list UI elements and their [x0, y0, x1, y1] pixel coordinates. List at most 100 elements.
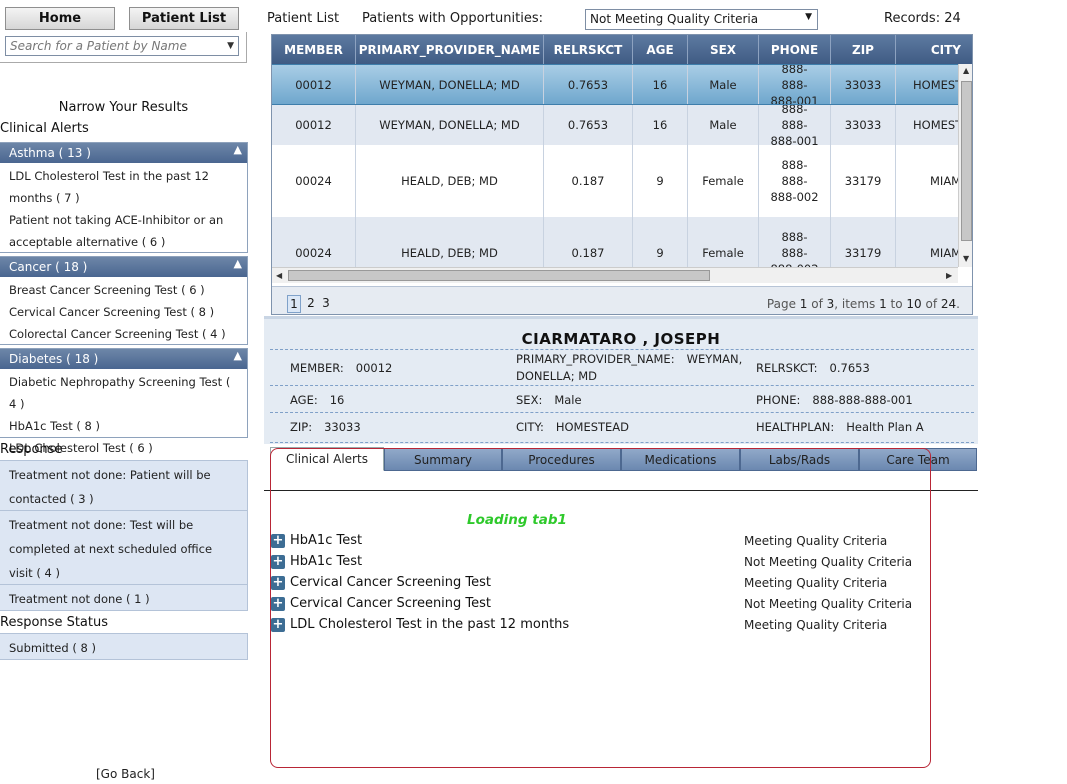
- alert-status: Meeting Quality Criteria: [744, 576, 888, 590]
- table-row[interactable]: 00012 WEYMAN, DONELLA; MD 0.7653 16 Male…: [272, 64, 958, 105]
- cell-zip: 33033: [831, 105, 896, 145]
- cell-sex: Female: [688, 217, 759, 267]
- cell-member: 00012: [272, 65, 356, 104]
- detail-member: MEMBER: 00012: [290, 361, 393, 375]
- filter-item[interactable]: Cervical Cancer Screening Test ( 8 ): [0, 301, 247, 323]
- quality-criteria-select[interactable]: Not Meeting Quality Criteria ▼: [585, 9, 818, 30]
- cell-phone: 888-888-888-002: [759, 217, 831, 267]
- page-link-2[interactable]: 2: [304, 295, 318, 313]
- search-placeholder: Search for a Patient by Name: [10, 39, 187, 53]
- alert-name: LDL Cholesterol Test in the past 12 mont…: [290, 617, 570, 632]
- patient-list-button[interactable]: Patient List: [129, 7, 239, 30]
- group-header-asthma[interactable]: Asthma ( 13 ) ▲: [0, 143, 247, 163]
- plus-icon[interactable]: +: [271, 576, 285, 590]
- filter-group-asthma: Asthma ( 13 ) ▲ LDL Cholesterol Test in …: [0, 142, 248, 253]
- chevron-down-icon[interactable]: ▼: [227, 39, 234, 53]
- response-status-item[interactable]: Submitted ( 8 ): [0, 633, 248, 660]
- response-item[interactable]: Treatment not done ( 1 ): [0, 584, 248, 611]
- chevron-down-icon[interactable]: ▼: [805, 12, 812, 22]
- quality-criteria-value: Not Meeting Quality Criteria: [590, 12, 759, 26]
- opportunities-label: Patients with Opportunities:: [362, 11, 543, 26]
- page-info: Page 1 of 3, items 1 to 10 of 24.: [766, 297, 960, 311]
- detail-city: CITY: HOMESTEAD: [516, 420, 630, 434]
- cell-provider: WEYMAN, DONELLA; MD: [356, 105, 544, 145]
- filter-sidebar: Home Patient List Search for a Patient b…: [0, 0, 248, 784]
- column-header-city[interactable]: CITY: [896, 35, 972, 64]
- alert-row: + Cervical Cancer Screening Test Meeting…: [271, 575, 931, 595]
- column-header-zip[interactable]: ZIP: [831, 35, 896, 64]
- patient-list-label: Patient List: [267, 11, 340, 26]
- records-count: Records: 24: [884, 11, 961, 26]
- chevron-up-icon[interactable]: ▲: [234, 349, 242, 362]
- alert-status: Meeting Quality Criteria: [744, 534, 888, 548]
- pager: 1 2 3 Page 1 of 3, items 1 to 10 of 24.: [272, 286, 972, 314]
- group-header-diabetes[interactable]: Diabetes ( 18 ) ▲: [0, 349, 247, 369]
- alert-name: Cervical Cancer Screening Test: [290, 596, 492, 611]
- cell-city: MIAMI: [930, 246, 958, 260]
- scroll-thumb[interactable]: [961, 81, 972, 241]
- cell-city: MIAMI: [930, 174, 958, 188]
- group-label: Asthma ( 13 ): [9, 146, 91, 160]
- response-item[interactable]: Treatment not done: Test will be complet…: [0, 510, 248, 585]
- alert-status: Not Meeting Quality Criteria: [744, 597, 913, 611]
- alert-name: Cervical Cancer Screening Test: [290, 575, 492, 590]
- plus-icon[interactable]: +: [271, 534, 285, 548]
- column-header-provider[interactable]: PRIMARY_PROVIDER_NAME: [356, 35, 544, 64]
- vertical-scrollbar[interactable]: ▲ ▼: [958, 64, 972, 267]
- cell-member: 00024: [272, 145, 356, 217]
- plus-icon[interactable]: +: [271, 597, 285, 611]
- filter-group-diabetes: Diabetes ( 18 ) ▲ Diabetic Nephropathy S…: [0, 348, 248, 455]
- table-row[interactable]: 00012 WEYMAN, DONELLA; MD 0.7653 16 Male…: [272, 105, 958, 145]
- patient-search-input[interactable]: Search for a Patient by Name ▼: [5, 36, 239, 56]
- cell-phone: 888-888-888-001: [759, 65, 831, 104]
- detail-row: AGE: 16 SEX: Male PHONE: 888-888-888-001: [270, 385, 974, 412]
- cell-zip: 33033: [831, 65, 896, 104]
- group-label: Diabetes ( 18 ): [9, 352, 99, 366]
- scroll-thumb[interactable]: [288, 270, 710, 281]
- table-row[interactable]: 00024 HEALD, DEB; MD 0.187 9 Female 888-…: [272, 217, 958, 267]
- scroll-down-icon[interactable]: ▼: [963, 254, 969, 263]
- filter-item[interactable]: Breast Cancer Screening Test ( 6 ): [0, 277, 247, 301]
- column-header-relrskct[interactable]: RELRSKCT: [544, 35, 633, 64]
- clinical-alerts-title: Clinical Alerts: [0, 121, 89, 136]
- filter-item[interactable]: Diabetic Nephropathy Screening Test ( 4 …: [0, 369, 247, 415]
- cell-city: HOMESTEAD: [913, 77, 958, 92]
- chevron-up-icon[interactable]: ▲: [234, 143, 242, 156]
- column-header-phone[interactable]: PHONE: [759, 35, 831, 64]
- detail-healthplan: HEALTHPLAN: Health Plan A: [756, 420, 924, 434]
- filter-item[interactable]: Colorectal Cancer Screening Test ( 4 ): [0, 323, 247, 345]
- scroll-right-icon[interactable]: ▶: [946, 271, 952, 280]
- filter-item[interactable]: HbA1c Test ( 8 ): [0, 415, 247, 437]
- detail-zip: ZIP: 33033: [290, 420, 361, 434]
- column-header-member[interactable]: MEMBER: [272, 35, 356, 64]
- go-back-link[interactable]: [Go Back]: [96, 767, 155, 781]
- group-header-cancer[interactable]: Cancer ( 18 ) ▲: [0, 257, 247, 277]
- alert-row: + HbA1c Test Not Meeting Quality Criteri…: [271, 554, 931, 574]
- cell-sex: Male: [688, 65, 759, 104]
- filter-item[interactable]: LDL Cholesterol Test in the past 12 mont…: [0, 163, 247, 209]
- detail-sex: SEX: Male: [516, 393, 582, 407]
- narrow-results-title: Narrow Your Results: [58, 100, 189, 115]
- cell-provider: HEALD, DEB; MD: [356, 145, 544, 217]
- horizontal-scrollbar[interactable]: ◀ ▶: [272, 267, 958, 283]
- plus-icon[interactable]: +: [271, 555, 285, 569]
- column-header-age[interactable]: AGE: [633, 35, 688, 64]
- cell-sex: Female: [688, 145, 759, 217]
- grid-body: 00012 WEYMAN, DONELLA; MD 0.7653 16 Male…: [272, 64, 958, 267]
- alert-row: + LDL Cholesterol Test in the past 12 mo…: [271, 617, 931, 637]
- response-item[interactable]: Treatment not done: Patient will be cont…: [0, 460, 248, 511]
- cell-phone: 888-888-888-001: [759, 105, 831, 145]
- plus-icon[interactable]: +: [271, 618, 285, 632]
- scroll-left-icon[interactable]: ◀: [276, 271, 282, 280]
- scroll-up-icon[interactable]: ▲: [963, 66, 969, 75]
- home-button[interactable]: Home: [5, 7, 115, 30]
- chevron-up-icon[interactable]: ▲: [234, 257, 242, 270]
- filter-item[interactable]: Patient not taking ACE-Inhibitor or an a…: [0, 209, 247, 253]
- table-row[interactable]: 00024 HEALD, DEB; MD 0.187 9 Female 888-…: [272, 145, 958, 217]
- column-header-sex[interactable]: SEX: [688, 35, 759, 64]
- cell-age: 9: [633, 217, 688, 267]
- page-link-1[interactable]: 1: [287, 295, 301, 313]
- patient-name: CIARMATARO , JOSEPH: [521, 330, 721, 348]
- page-link-3[interactable]: 3: [319, 295, 333, 313]
- cell-zip: 33179: [831, 145, 896, 217]
